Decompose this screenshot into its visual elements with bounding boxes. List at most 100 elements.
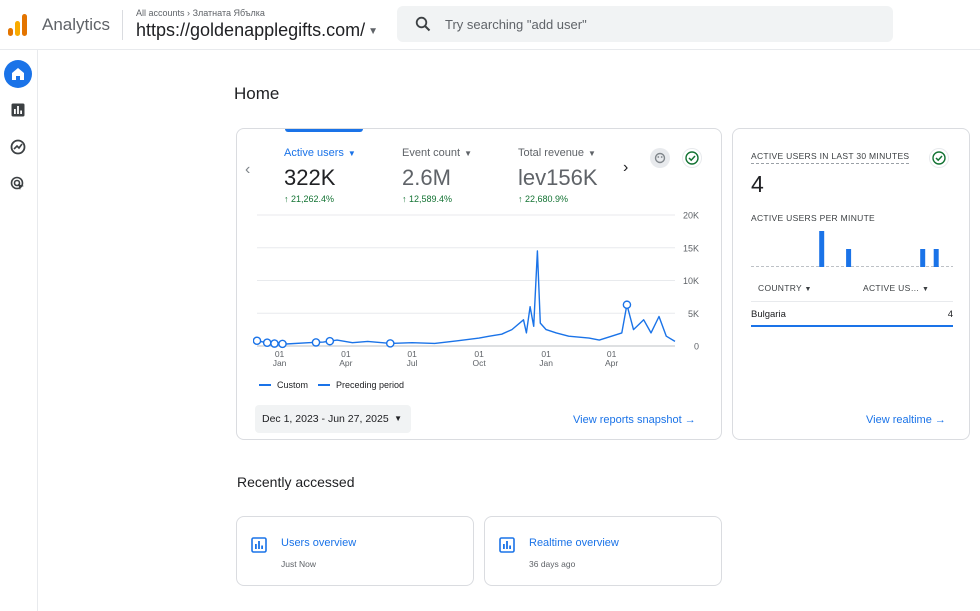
report-icon (499, 537, 515, 553)
recent-item-subtitle: Just Now (281, 559, 316, 569)
view-realtime-link[interactable]: View realtime → (866, 414, 946, 426)
annotation-marker (622, 300, 632, 310)
metric-total-revenue[interactable]: Total revenue ▼ lev156K ↑ 22,680.9% (518, 147, 598, 204)
per-minute-bar[interactable] (920, 249, 926, 267)
advertising-icon (10, 176, 24, 190)
search-icon (415, 16, 431, 32)
home-icon (12, 68, 24, 80)
metric-label[interactable]: Active users ▼ (284, 147, 356, 159)
caret-down-icon: ▼ (347, 149, 356, 158)
nav-reports[interactable] (4, 96, 32, 124)
nav-advertising[interactable] (4, 170, 32, 198)
chart-legend: Custom Preceding period (259, 380, 404, 390)
explore-icon (10, 139, 26, 155)
legend-custom-label: Custom (277, 380, 309, 390)
x-tick-month: Jul (407, 358, 418, 368)
metric-label[interactable]: Total revenue ▼ (518, 147, 598, 159)
metric-event-count[interactable]: Event count ▼ 2.6M ↑ 12,589.4% (402, 147, 472, 204)
x-tick-month: Jan (273, 358, 287, 368)
caret-down-icon: ▼ (922, 286, 930, 293)
arrow-right-icon: → (934, 414, 946, 426)
realtime-card: ACTIVE USERS IN LAST 30 MINUTES 4 ACTIVE… (732, 128, 970, 440)
caret-down-icon: ▼ (588, 149, 596, 158)
chevron-right-icon[interactable]: › (623, 159, 628, 177)
active-users-chart[interactable]: 05K10K15K20K01Jan01Apr01Jul01Oct01Jan01A… (253, 209, 713, 374)
row-country: Bulgaria (751, 309, 786, 320)
per-minute-bar[interactable] (846, 249, 852, 267)
app-title: Analytics (42, 15, 111, 34)
view-reports-snapshot-link[interactable]: View reports snapshot → (573, 414, 696, 426)
insights-icon[interactable] (650, 148, 670, 168)
y-tick-label: 10K (683, 276, 699, 286)
annotation-marker (278, 339, 287, 349)
date-range-picker[interactable]: Dec 1, 2023 - Jun 27, 2025 ▼ (255, 405, 411, 433)
annotation-marker (253, 336, 262, 346)
check-circle-icon (932, 151, 946, 165)
chevron-left-icon[interactable]: ‹ (245, 161, 250, 179)
property-selector[interactable]: https://goldenapplegifts.com/▼ (136, 20, 378, 41)
metric-active-users[interactable]: Active users ▼ 322K ↑ 21,262.4% (284, 147, 356, 204)
check-status-icon[interactable] (682, 148, 702, 168)
series-line-custom (256, 250, 676, 345)
recent-item-title[interactable]: Users overview (281, 537, 356, 549)
metric-label[interactable]: Event count ▼ (402, 147, 472, 159)
per-minute-bar[interactable] (819, 231, 825, 267)
recently-accessed-title: Recently accessed (237, 474, 355, 490)
row-value: 4 (947, 309, 953, 320)
search-input[interactable] (445, 6, 875, 42)
caret-down-icon: ▼ (804, 286, 812, 293)
reports-icon (11, 103, 25, 117)
check-circle-icon (685, 151, 699, 165)
realtime-title[interactable]: ACTIVE USERS IN LAST 30 MINUTES (751, 151, 910, 164)
annotation-marker (385, 339, 395, 348)
overview-card: ‹ Active users ▼ 322K ↑ 21,262.4% Event c… (236, 128, 722, 440)
legend-preceding-swatch (318, 384, 331, 386)
column-country[interactable]: COUNTRY ▼ (758, 283, 812, 293)
annotation-marker (262, 338, 272, 347)
x-tick-month: Apr (339, 358, 352, 368)
annotation-marker (270, 339, 279, 348)
insights-glyph (654, 152, 666, 164)
table-row[interactable]: Bulgaria 4 (751, 309, 953, 320)
per-minute-label: ACTIVE USERS PER MINUTE (751, 213, 876, 223)
recent-item-realtime-overview[interactable]: Realtime overview 36 days ago (484, 516, 722, 586)
search-bar[interactable] (397, 6, 893, 42)
nav-explore[interactable] (4, 133, 32, 161)
analytics-logo-icon[interactable] (8, 14, 28, 36)
date-range-label: Dec 1, 2023 - Jun 27, 2025 (262, 413, 389, 425)
metric-value: 2.6M (402, 165, 451, 190)
recent-item-subtitle: 36 days ago (529, 559, 576, 569)
realtime-count: 4 (751, 171, 764, 197)
caret-down-icon: ▼ (394, 414, 402, 423)
breadcrumb-root[interactable]: All accounts (136, 8, 185, 18)
legend-custom-swatch (259, 384, 271, 386)
annotation-marker (325, 336, 335, 346)
y-tick-label: 20K (683, 211, 699, 221)
realtime-check-status-icon[interactable] (929, 148, 949, 168)
recent-item-title[interactable]: Realtime overview (529, 537, 619, 549)
per-minute-chart[interactable] (751, 227, 953, 267)
top-bar: Analytics All accounts › Златната Ябълка… (0, 0, 980, 50)
nav-home[interactable] (4, 60, 32, 88)
caret-down-icon[interactable]: ▼ (368, 26, 378, 37)
legend-preceding-label: Preceding period (336, 380, 405, 390)
report-icon (251, 537, 267, 553)
y-tick-label: 5K (688, 309, 699, 319)
metric-value: 322K (284, 165, 336, 190)
caret-down-icon: ▼ (464, 149, 473, 158)
left-nav (0, 50, 38, 611)
metric-change: ↑ 12,589.4% (402, 194, 453, 204)
metric-change: ↑ 21,262.4% (284, 194, 335, 204)
x-tick-month: Apr (605, 358, 618, 368)
metric-change: ↑ 22,680.9% (518, 194, 569, 204)
property-name[interactable]: https://goldenapplegifts.com/ (136, 20, 365, 40)
arrow-right-icon: → (684, 414, 696, 426)
table-divider (751, 301, 953, 302)
y-tick-label: 0 (694, 342, 699, 352)
column-active-users[interactable]: ACTIVE US… ▼ (863, 283, 929, 293)
recent-item-users-overview[interactable]: Users overview Just Now (236, 516, 474, 586)
per-minute-bar[interactable] (933, 249, 939, 267)
breadcrumb[interactable]: All accounts › Златната Ябълка (136, 8, 265, 18)
x-tick-month: Oct (472, 358, 486, 368)
breadcrumb-account[interactable]: Златната Ябълка (193, 8, 265, 18)
